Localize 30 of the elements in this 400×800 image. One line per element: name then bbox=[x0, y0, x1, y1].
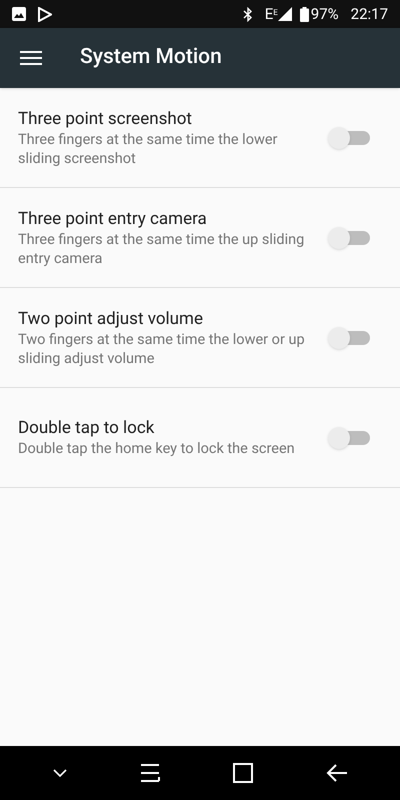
setting-row[interactable]: Two point adjust volume Two fingers at the same time the lower or up sliding adjust volume bbox=[0, 288, 400, 388]
setting-summary: Three fingers at the same time the lower sliding screenshot bbox=[18, 130, 278, 168]
battery-icon bbox=[300, 6, 309, 22]
image-icon bbox=[12, 7, 26, 21]
play-icon bbox=[38, 6, 52, 22]
setting-row[interactable]: Three point entry camera Three fingers at the same time the up sliding entry camera bbox=[0, 188, 400, 288]
setting-summary: Double tap the home key to lock the screen bbox=[18, 439, 296, 458]
toggle-switch[interactable] bbox=[328, 124, 372, 150]
menu-button[interactable] bbox=[20, 48, 42, 68]
menu-icon[interactable] bbox=[140, 764, 160, 782]
toggle-switch[interactable] bbox=[328, 424, 372, 450]
clock-time: 22:17 bbox=[350, 4, 388, 25]
toggle-switch[interactable] bbox=[328, 224, 372, 250]
battery-percent: 97% bbox=[310, 4, 339, 25]
setting-title: Double tap to lock bbox=[18, 417, 156, 439]
network-type: E$^{E}$ bbox=[264, 6, 278, 22]
setting-summary: Two fingers at the same time the lower or up sliding adjust volume bbox=[18, 330, 306, 368]
setting-title: Two point adjust volume bbox=[18, 308, 204, 330]
setting-summary: Three fingers at the same time the up sliding entry camera bbox=[18, 230, 306, 268]
setting-row[interactable]: Double tap to lock Double tap the home key to lock the screen bbox=[0, 388, 400, 488]
toggle-switch[interactable] bbox=[328, 324, 372, 350]
square-icon[interactable] bbox=[232, 763, 252, 783]
setting-title: Three point entry camera bbox=[18, 208, 208, 230]
chevron-down-icon[interactable] bbox=[52, 769, 66, 777]
setting-title: Three point screenshot bbox=[18, 108, 193, 130]
bluetooth-icon bbox=[242, 6, 253, 22]
back-arrow-icon[interactable] bbox=[326, 764, 348, 782]
screen-title: System Motion bbox=[80, 44, 222, 72]
signal-icon bbox=[278, 7, 292, 21]
setting-row[interactable]: Three point screenshot Three fingers at the same time the lower sliding screenshot bbox=[0, 88, 400, 188]
